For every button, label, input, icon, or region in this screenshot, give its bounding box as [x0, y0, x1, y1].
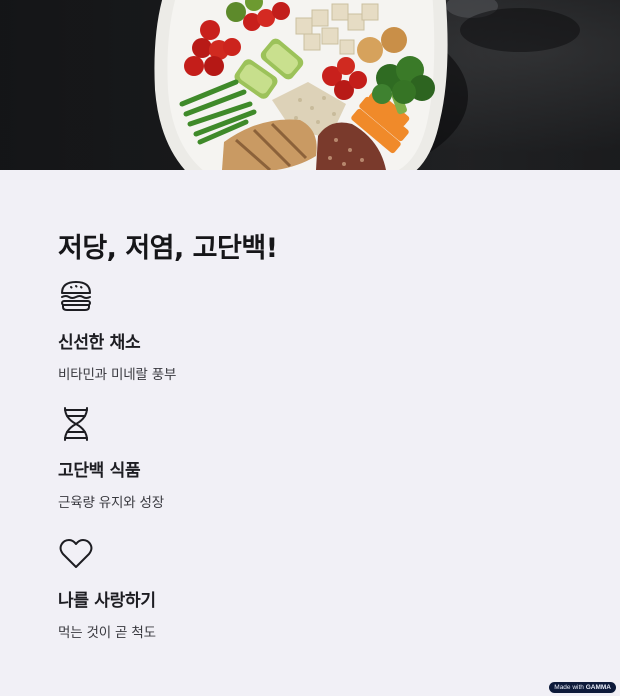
food-plate-photo	[0, 0, 620, 170]
badge-brand: GAMMA	[585, 684, 611, 691]
feature-title: 나를 사랑하기	[58, 591, 156, 611]
feature-description: 근육량 유지와 성장	[58, 495, 164, 511]
feature-title: 고단백 식품	[58, 461, 141, 481]
page-heading: 저당, 저염, 고단백!	[58, 233, 278, 264]
feature-description: 먹는 것이 곧 척도	[58, 625, 156, 641]
made-with-gamma-badge[interactable]: Made with GAMMA	[549, 682, 616, 693]
burger-icon	[58, 278, 94, 314]
page: 저당, 저염, 고단백! 신선한 채소 비타민과 미네랄 풍부 고단백 식품 근…	[0, 0, 620, 696]
feature-fresh-vegetables: 신선한 채소 비타민과 미네랄 풍부	[58, 278, 458, 383]
dna-icon	[58, 406, 94, 442]
feature-description: 비타민과 미네랄 풍부	[58, 367, 177, 383]
badge-prefix: Made with	[554, 684, 584, 691]
feature-title: 신선한 채소	[58, 333, 141, 353]
heart-icon	[58, 536, 94, 572]
feature-self-love: 나를 사랑하기 먹는 것이 곧 척도	[58, 536, 458, 641]
feature-high-protein: 고단백 식품 근육량 유지와 성장	[58, 406, 458, 511]
